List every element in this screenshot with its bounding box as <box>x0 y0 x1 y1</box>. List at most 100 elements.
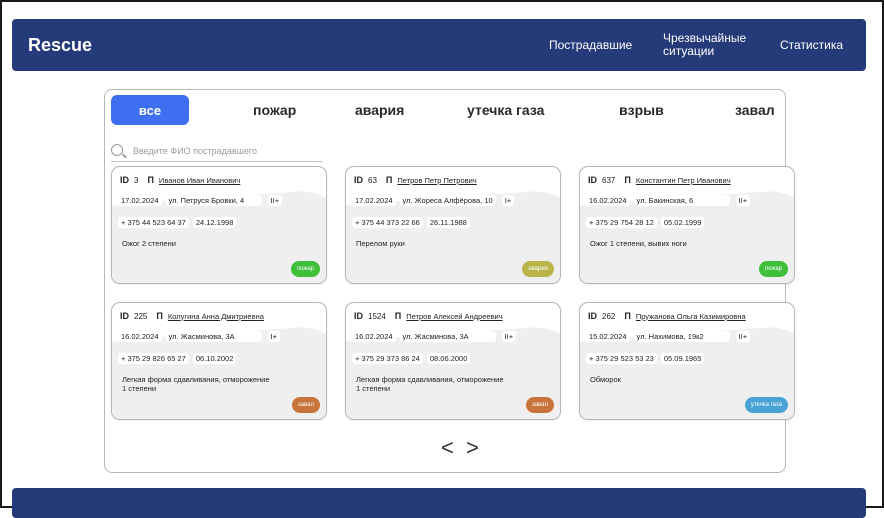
card-header: ID 637 П Константин Петр Иванович <box>588 175 731 185</box>
nav-emergencies[interactable]: Чрезвычайные ситуации <box>663 19 746 71</box>
victim-id: 1524 <box>368 311 386 321</box>
victim-name-link[interactable]: Петров Алексей Андреевич <box>406 312 502 321</box>
p-label: П <box>624 175 631 185</box>
search-bar <box>111 143 323 162</box>
incident-type-badge[interactable]: завал <box>291 397 320 413</box>
id-label: ID <box>588 311 597 321</box>
phone-number: + 375 29 826 65 27 <box>118 353 189 364</box>
card-header: ID 225 П Колугина Анна Дмитриевна <box>120 311 264 321</box>
tab-collapse[interactable]: завал <box>735 102 775 118</box>
address: ул. Бакинская, 6 <box>633 195 730 206</box>
victim-card[interactable]: ID 225 П Колугина Анна Дмитриевна 16.02.2024… <box>111 302 327 420</box>
victim-card[interactable]: ID 63 П Петров Петр Петрович 17.02.2024 ул. Ж… <box>345 166 561 284</box>
card-row-phone-birth: + 375 29 373 86 24 08.06.2000 <box>352 353 471 364</box>
next-page-button[interactable]: > <box>466 435 479 461</box>
id-label: ID <box>120 175 129 185</box>
card-header: ID 3 П Иванов Иван Иванович <box>120 175 240 185</box>
blood-type: II+ <box>735 195 751 206</box>
incident-date: 15.02.2024 <box>586 331 630 342</box>
phone-number: + 375 29 523 53 23 <box>586 353 657 364</box>
diagnosis: Перелом руки <box>356 239 405 248</box>
card-row-phone-birth: + 375 44 523 64 37 24.12.1998 <box>118 217 237 228</box>
birth-date: 08.06.2000 <box>426 353 471 364</box>
p-label: П <box>385 175 393 185</box>
card-header: ID 63 П Петров Петр Петрович <box>354 175 477 185</box>
phone-number: + 375 44 373 22 66 <box>352 217 423 228</box>
incident-date: 17.02.2024 <box>118 195 162 206</box>
incident-type-badge[interactable]: пожар <box>290 261 320 277</box>
tab-gas-leak[interactable]: утечка газа <box>467 102 544 118</box>
incident-date: 16.02.2024 <box>118 331 162 342</box>
id-label: ID <box>120 311 129 321</box>
card-row-date-address: 16.02.2024 ул. Жасминова, 3А II+ <box>352 331 517 342</box>
card-row-phone-birth: + 375 29 826 65 27 06.10.2002 <box>118 353 237 364</box>
card-header: ID 1524 П Петров Алексей Андреевич <box>354 311 503 321</box>
phone-number: + 375 29 373 86 24 <box>352 353 423 364</box>
card-row-phone-birth: + 375 29 523 53 23 05.09.1965 <box>586 353 705 364</box>
card-row-phone-birth: + 375 29 754 28 12 05.02.1999 <box>586 217 705 228</box>
card-header: ID 262 П Пружанова Ольга Казимировна <box>588 311 746 321</box>
birth-date: 06.10.2002 <box>192 353 237 364</box>
card-row-date-address: 17.02.2024 ул. Жореса Алфёрова, 10 I+ <box>352 195 515 206</box>
blood-type: I+ <box>267 331 281 342</box>
phone-number: + 375 44 523 64 37 <box>118 217 189 228</box>
victim-name-link[interactable]: Петров Петр Петрович <box>397 176 476 185</box>
victim-id: 262 <box>602 311 616 321</box>
diagnosis: Ожог 1 степени, вывих ноги <box>590 239 687 248</box>
incident-type-badge[interactable]: авария <box>522 261 554 277</box>
diagnosis: Обморок <box>590 375 621 384</box>
p-label: П <box>624 311 631 321</box>
victim-card[interactable]: ID 637 П Константин Петр Иванович 16.02.2024… <box>579 166 795 284</box>
p-label: П <box>156 311 163 321</box>
tab-explosion[interactable]: взрыв <box>619 102 664 118</box>
brand-logo[interactable]: Rescue <box>28 35 92 56</box>
incident-type-badge[interactable]: утечка газа <box>744 397 788 413</box>
search-input[interactable] <box>133 143 319 159</box>
tab-fire[interactable]: пожар <box>253 102 296 118</box>
blood-type: I+ <box>501 195 515 206</box>
victim-id: 3 <box>134 175 139 185</box>
victim-name-link[interactable]: Колугина Анна Дмитриевна <box>168 312 264 321</box>
birth-date: 05.02.1999 <box>660 217 705 228</box>
incident-type-badge[interactable]: пожар <box>758 261 788 277</box>
victim-name-link[interactable]: Иванов Иван Иванович <box>159 176 240 185</box>
nav-statistics[interactable]: Статистика <box>780 19 843 71</box>
incident-date: 16.02.2024 <box>352 331 396 342</box>
card-row-date-address: 16.02.2024 ул. Бакинская, 6 II+ <box>586 195 751 206</box>
victims-panel: все пожар авария утечка газа взрыв завал… <box>104 89 795 473</box>
p-label: П <box>147 175 154 185</box>
victim-id: 637 <box>602 175 616 185</box>
id-label: ID <box>354 311 363 321</box>
birth-date: 05.09.1965 <box>660 353 705 364</box>
blood-type: II+ <box>501 331 517 342</box>
blood-type: II+ <box>267 195 283 206</box>
incident-type-badge[interactable]: завал <box>525 397 554 413</box>
diagnosis: Ожог 2 степени <box>122 239 176 248</box>
p-label: П <box>394 311 402 321</box>
card-row-date-address: 17.02.2024 ул. Петруся Бровки, 4 II+ <box>118 195 283 206</box>
bottom-bar <box>12 488 866 518</box>
nav-victims[interactable]: Пострадавшие <box>549 19 632 71</box>
address: ул. Жасминова, 3А <box>165 331 262 342</box>
id-label: ID <box>354 175 363 185</box>
phone-number: + 375 29 754 28 12 <box>586 217 657 228</box>
victim-card[interactable]: ID 3 П Иванов Иван Иванович 17.02.2024 ул. Пе… <box>111 166 327 284</box>
birth-date: 26.11.1988 <box>426 217 470 228</box>
prev-page-button[interactable]: < <box>441 435 454 461</box>
victim-name-link[interactable]: Константин Петр Иванович <box>636 176 731 185</box>
victim-id: 225 <box>134 311 148 321</box>
id-label: ID <box>588 175 597 185</box>
tab-all[interactable]: все <box>111 95 189 125</box>
address: ул. Жореса Алфёрова, 10 <box>399 195 496 206</box>
search-icon <box>111 144 123 156</box>
victim-card[interactable]: ID 1524 П Петров Алексей Андреевич 16.02.202… <box>345 302 561 420</box>
diagnosis: Легкая форма сдавливания, отморожение 1 … <box>122 375 270 393</box>
address: ул. Петруся Бровки, 4 <box>165 195 262 206</box>
tab-accident[interactable]: авария <box>355 102 404 118</box>
incident-date: 17.02.2024 <box>352 195 396 206</box>
diagnosis: Легкая форма сдавливания, отморожение 1 … <box>356 375 504 393</box>
incident-date: 16.02.2024 <box>586 195 630 206</box>
blood-type: II+ <box>735 331 751 342</box>
victim-card[interactable]: ID 262 П Пружанова Ольга Казимировна 15.02.2… <box>579 302 795 420</box>
victim-name-link[interactable]: Пружанова Ольга Казимировна <box>636 312 746 321</box>
